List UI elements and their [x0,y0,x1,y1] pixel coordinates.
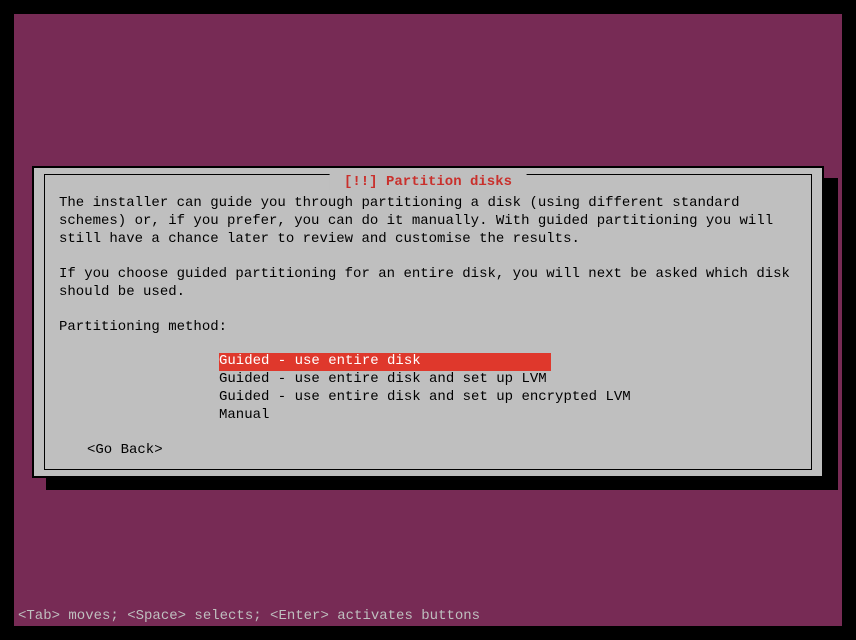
go-back-button[interactable]: <Go Back> [87,442,797,460]
intro-paragraph-1: The installer can guide you through part… [59,195,797,249]
option-guided-entire-disk[interactable]: Guided - use entire disk [219,353,551,371]
option-manual[interactable]: Manual [219,407,269,423]
dialog-border: [!!] Partition disks The installer can g… [44,174,812,470]
intro-paragraph-2: If you choose guided partitioning for an… [59,266,797,302]
dialog-content: The installer can guide you through part… [45,175,811,470]
option-guided-lvm[interactable]: Guided - use entire disk and set up LVM [219,371,547,387]
partitioning-method-label: Partitioning method: [59,319,797,337]
partition-dialog: [!!] Partition disks The installer can g… [32,166,824,478]
option-guided-encrypted-lvm[interactable]: Guided - use entire disk and set up encr… [219,389,631,405]
dialog-title: [!!] Partition disks [330,174,527,190]
footer-hints: <Tab> moves; <Space> selects; <Enter> ac… [14,606,484,626]
partitioning-options-list: Guided - use entire disk Guided - use en… [219,353,797,425]
